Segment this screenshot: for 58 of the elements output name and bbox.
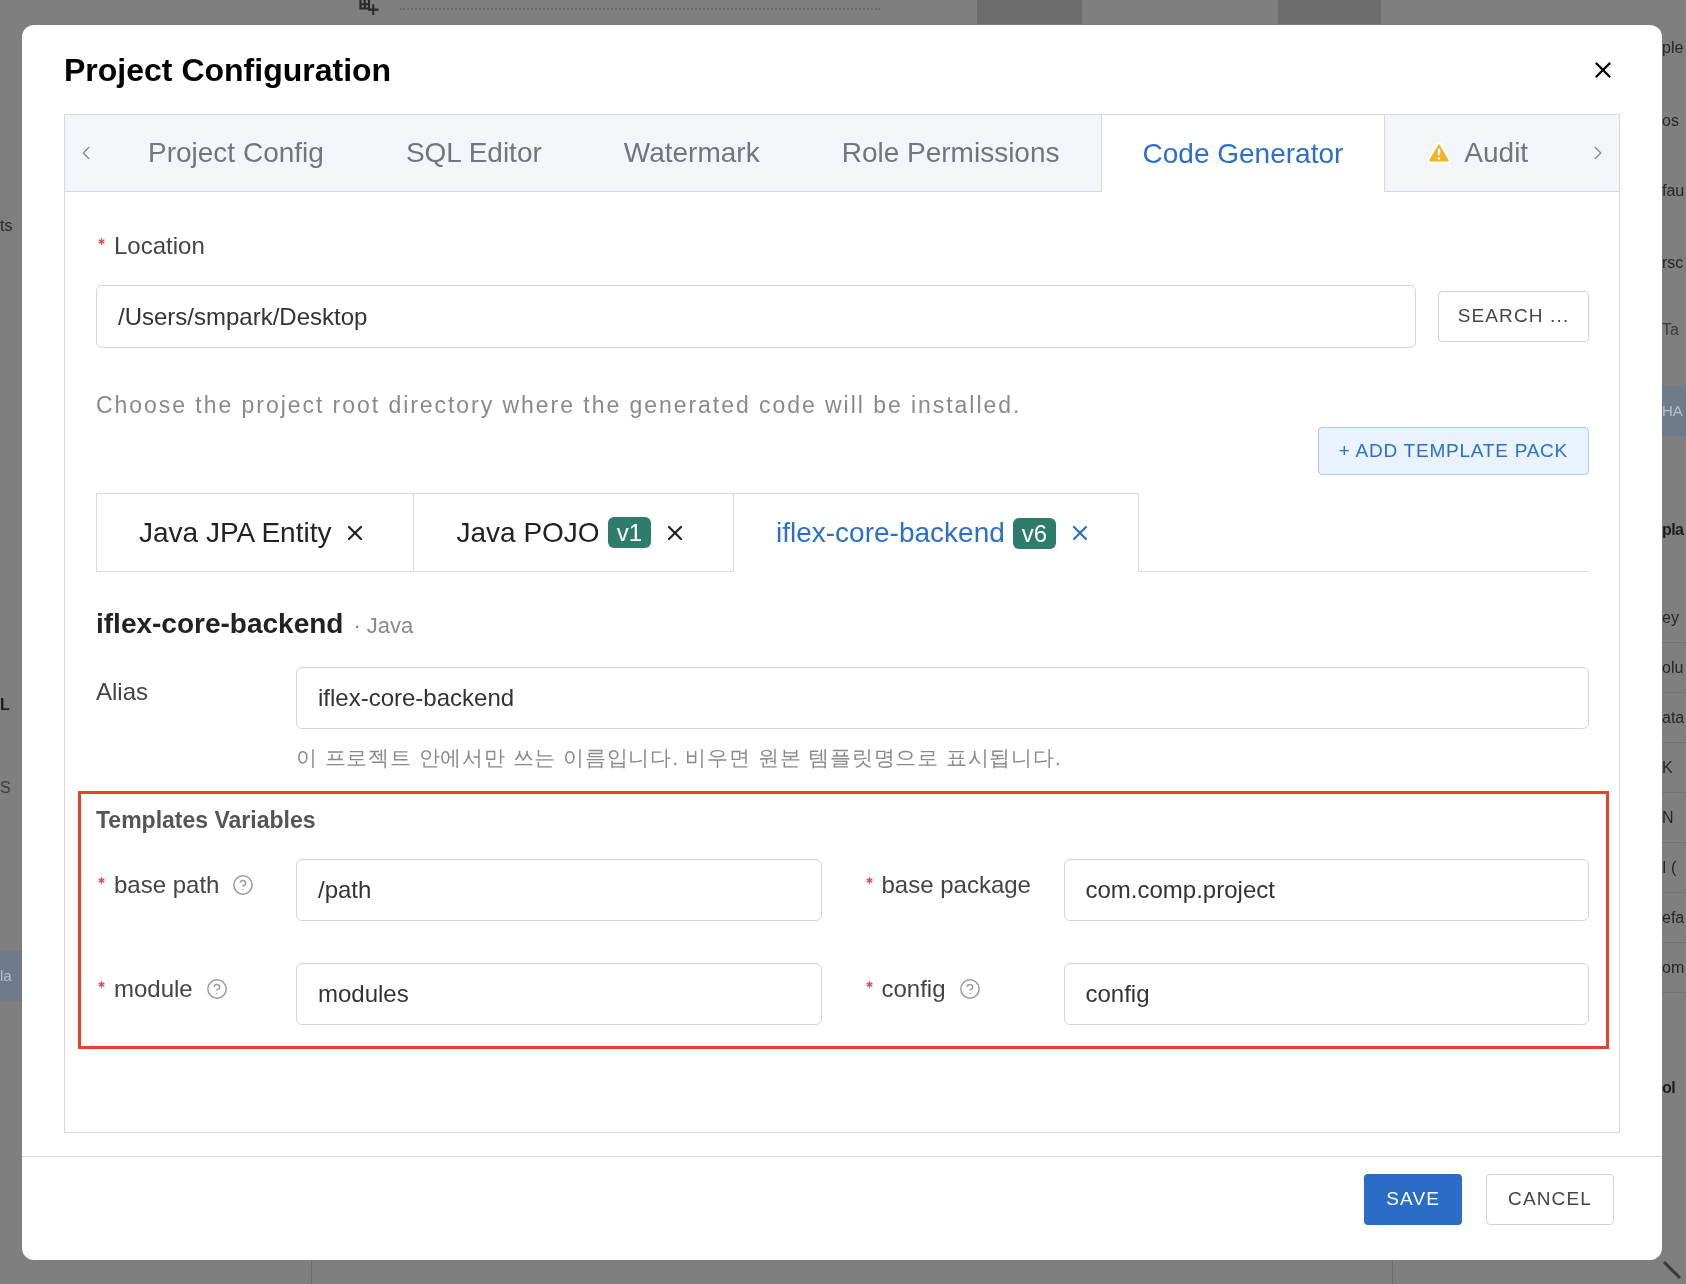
alias-input[interactable]: iflex-core-backend [296, 667, 1589, 729]
text-input[interactable]: com.comp.project [1063, 859, 1589, 921]
save-button[interactable]: SAVE [1364, 1174, 1463, 1225]
background-text: ey [1662, 607, 1679, 628]
help-text: Choose the project root directory where the generated code will be installed. [96, 391, 1022, 420]
tab[interactable]: Watermark [582, 115, 801, 192]
cancel-button[interactable]: CANCEL [1486, 1174, 1614, 1225]
version-badge: v1 [607, 517, 651, 548]
field-label: module [114, 974, 193, 1004]
template-tab[interactable]: iflex-core-backend v6 [733, 493, 1140, 572]
field-label: Location [114, 231, 205, 261]
background-text: I ( [1662, 857, 1677, 878]
background-text: ts [0, 216, 13, 236]
background-text: K [1662, 757, 1673, 778]
add-template-pack-button[interactable]: + ADD TEMPLATE PACK [1317, 427, 1589, 475]
background-text: efa [1662, 907, 1685, 928]
dialog-title: Project Configuration [64, 51, 392, 89]
text-input[interactable]: modules [296, 963, 822, 1025]
tab[interactable]: Audit [1385, 115, 1570, 192]
help-text: 이 프로젝트 안에서만 쓰는 이름입니다. 비우면 원본 템플릿명으로 표시됩니다. [296, 745, 1062, 771]
background-text: olu [1662, 657, 1684, 678]
tab[interactable]: Role Permissions [800, 115, 1101, 192]
background-text: ple [1662, 38, 1684, 58]
background-text: fau [1662, 181, 1685, 201]
help-icon[interactable] [958, 978, 981, 1000]
section-heading: iflex-core-backend [96, 607, 344, 641]
background-chip: la [0, 951, 22, 1001]
background-heading: L [0, 695, 10, 715]
help-icon[interactable] [205, 978, 228, 1000]
section-title: Templates Variables [96, 806, 317, 835]
background-heading: pla [1662, 520, 1684, 540]
field-label: Alias [96, 678, 149, 705]
background-text: Ta [1662, 320, 1679, 340]
field-label: base package [881, 870, 1031, 900]
text-input[interactable]: /path [296, 859, 822, 921]
language-label: · Java [353, 612, 414, 640]
background-text: S [0, 778, 11, 798]
version-badge: v6 [1012, 517, 1057, 549]
tab[interactable]: Project Config [107, 115, 365, 192]
tab[interactable]: Code Generator [1100, 115, 1386, 192]
grid-plus-icon [358, 0, 380, 17]
background-chip: HA [1662, 386, 1686, 436]
field-label: config [881, 974, 946, 1004]
resize-handle-icon [1662, 1260, 1682, 1280]
template-tab[interactable]: Java POJO v1 [413, 493, 734, 572]
background-heading: ol [1662, 1078, 1675, 1098]
field-label: base path [114, 870, 220, 900]
background-text: N [1662, 807, 1674, 828]
help-icon[interactable] [232, 874, 255, 896]
search-button[interactable]: SEARCH ... [1438, 291, 1589, 342]
background-text: os [1662, 111, 1679, 131]
background-text: om [1662, 957, 1685, 978]
tab[interactable]: SQL Editor [364, 115, 583, 192]
location-input[interactable]: /Users/smpark/Desktop [96, 285, 1416, 348]
text-input[interactable]: config [1063, 963, 1589, 1025]
background-text: ata [1662, 707, 1685, 728]
template-tab[interactable]: Java JPA Entity [96, 493, 415, 572]
background-text: rsc [1662, 253, 1684, 273]
